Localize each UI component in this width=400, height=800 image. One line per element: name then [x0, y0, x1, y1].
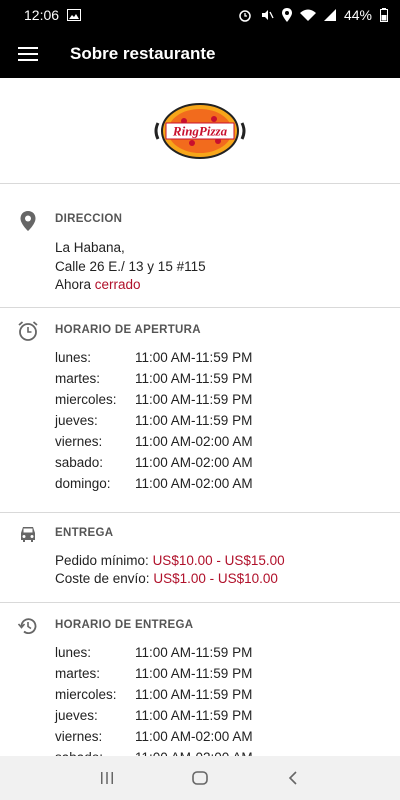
min-order-label: Pedido mínimo: — [55, 553, 149, 568]
address-line-2: Calle 26 E./ 13 y 15 #115 — [55, 259, 206, 274]
hours-value: 11:00 AM-11:59 PM — [135, 413, 253, 428]
delivery-fee-label: Coste de envío: — [55, 571, 150, 586]
logo-text: RingPizza — [172, 123, 228, 138]
day-label: viernes: — [55, 729, 103, 744]
day-label: jueves: — [55, 413, 98, 428]
day-label: lunes: — [55, 645, 92, 660]
home-icon — [192, 771, 208, 785]
hours-value: 11:00 AM-02:00 AM — [135, 455, 253, 470]
day-label: miercoles: — [55, 687, 117, 702]
home-button[interactable] — [180, 758, 220, 798]
min-order: Pedido mínimo: US$10.00 - US$15.00 — [55, 553, 285, 568]
image-notification-icon — [67, 9, 82, 21]
delivery-hours-title: HORARIO DE ENTREGA — [55, 619, 194, 631]
day-label: martes: — [55, 666, 101, 681]
back-icon — [289, 771, 297, 785]
day-label: viernes: — [55, 434, 103, 449]
mute-icon — [260, 8, 274, 22]
open-status: Ahora cerrado — [55, 277, 141, 292]
signal-icon — [323, 9, 336, 21]
app-bar: Sobre restaurante — [0, 30, 400, 78]
hours-value: 11:00 AM-11:59 PM — [135, 645, 253, 660]
hours-value: 11:00 AM-11:59 PM — [135, 371, 253, 386]
day-label: miercoles: — [55, 392, 117, 407]
hours-value: 11:00 AM-02:00 AM — [135, 729, 253, 744]
alarm-clock-icon — [18, 321, 38, 341]
hours-value: 11:00 AM-02:00 AM — [135, 476, 253, 491]
location-pin-icon — [20, 211, 36, 231]
restaurant-logo: RingPizza — [154, 102, 246, 159]
battery-icon — [380, 8, 388, 22]
opening-hours-section: HORARIO DE APERTURA lunes: 11:00 AM-11:59 … — [0, 308, 400, 513]
status-bar: 12:06 44% — [0, 0, 400, 30]
page-title: Sobre restaurante — [70, 44, 216, 63]
alarm-icon — [238, 8, 252, 22]
hours-value: 11:00 AM-11:59 PM — [135, 708, 253, 723]
menu-button[interactable] — [0, 30, 56, 78]
delivery-fee: Coste de envío: US$1.00 - US$10.00 — [55, 571, 278, 586]
back-button[interactable] — [273, 758, 313, 798]
hours-value: 11:00 AM-11:59 PM — [135, 666, 253, 681]
hours-value: 11:00 AM-11:59 PM — [135, 350, 253, 365]
restaurant-logo-area: RingPizza — [0, 78, 400, 184]
day-label: domingo: — [55, 476, 111, 491]
address-line-1: La Habana, — [55, 240, 125, 255]
delivery-section: ENTREGA Pedido mínimo: US$10.00 - US$15.… — [0, 513, 400, 603]
delivery-fee-value: US$1.00 - US$10.00 — [153, 571, 278, 586]
day-label: lunes: — [55, 350, 92, 365]
recent-apps-icon — [100, 772, 113, 784]
history-icon — [17, 618, 37, 635]
delivery-title: ENTREGA — [55, 527, 114, 539]
wifi-icon — [299, 9, 316, 21]
open-status-label: Ahora — [55, 277, 92, 292]
min-order-value: US$10.00 - US$15.00 — [152, 553, 285, 568]
open-status-value: cerrado — [94, 277, 141, 292]
hours-value: 11:00 AM-11:59 PM — [135, 392, 253, 407]
battery-percent: 44% — [343, 7, 372, 23]
hamburger-icon — [18, 47, 38, 61]
opening-hours-title: HORARIO DE APERTURA — [55, 324, 201, 336]
delivery-hours-section: HORARIO DE ENTREGA lunes: 11:00 AM-11:59 P… — [0, 603, 400, 773]
hours-value: 11:00 AM-11:59 PM — [135, 687, 253, 702]
day-label: jueves: — [55, 708, 98, 723]
car-icon — [21, 527, 35, 542]
address-title: DIRECCION — [55, 213, 123, 225]
status-time: 12:06 — [24, 7, 60, 23]
navigation-bar — [0, 756, 400, 800]
address-section: DIRECCION La Habana, Calle 26 E./ 13 y 1… — [0, 185, 400, 308]
location-icon — [281, 8, 292, 22]
day-label: martes: — [55, 371, 101, 386]
hours-value: 11:00 AM-02:00 AM — [135, 434, 253, 449]
recent-apps-button[interactable] — [87, 758, 127, 798]
day-label: sabado: — [55, 455, 104, 470]
